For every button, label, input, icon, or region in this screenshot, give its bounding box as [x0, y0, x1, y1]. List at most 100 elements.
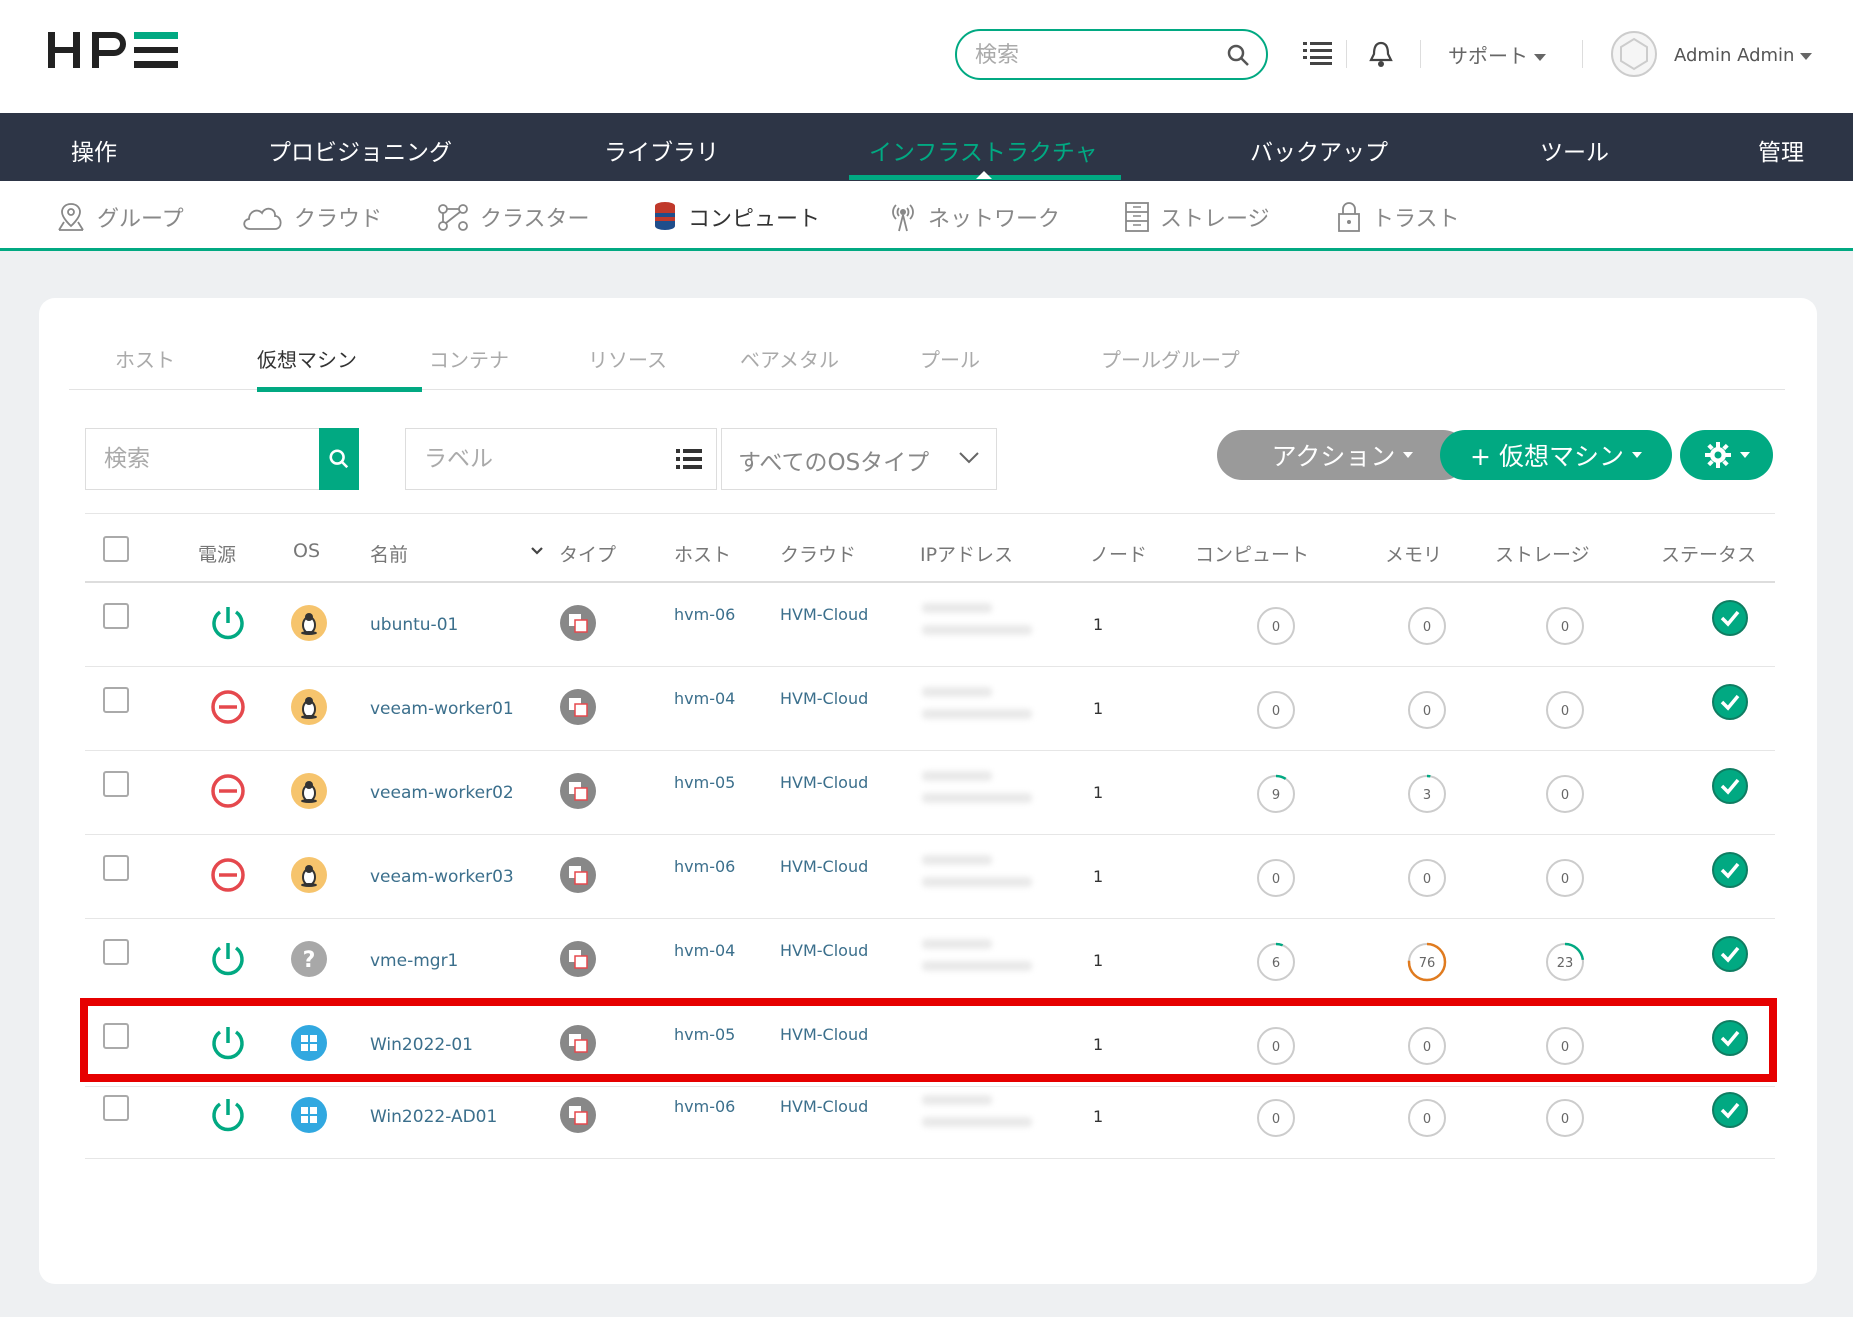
column-header-status[interactable]: ステータス — [1661, 540, 1756, 567]
status-ok-icon — [1711, 599, 1749, 641]
sort-chevron-icon[interactable] — [530, 546, 544, 556]
actions-button[interactable]: アクション — [1217, 430, 1468, 480]
column-header-name[interactable]: 名前 — [370, 540, 408, 567]
vm-name-link[interactable]: Win2022-AD01 — [370, 1107, 497, 1127]
activity-list-icon[interactable] — [1303, 40, 1333, 70]
host-link[interactable]: hvm-05 — [674, 773, 735, 792]
main-nav-backups[interactable]: バックアップ — [1250, 133, 1388, 167]
column-header-compute[interactable]: コンピュート — [1195, 540, 1309, 567]
usage-ring: 0 — [1407, 690, 1447, 730]
main-nav-infrastructure[interactable]: インフラストラクチャ — [869, 133, 1098, 167]
cloud-link[interactable]: HVM-Cloud — [780, 857, 868, 876]
add-vm-button[interactable]: + 仮想マシン — [1440, 430, 1672, 480]
sub-nav-groups[interactable]: グループ — [55, 201, 184, 233]
avatar[interactable] — [1611, 31, 1657, 77]
row-checkbox[interactable] — [103, 771, 129, 797]
host-link[interactable]: hvm-06 — [674, 605, 735, 624]
sub-nav-compute[interactable]: コンピュート — [652, 201, 820, 233]
global-search[interactable] — [955, 29, 1268, 80]
power-off-icon[interactable] — [208, 771, 248, 815]
power-on-icon[interactable] — [208, 603, 248, 647]
cloud-link[interactable]: HVM-Cloud — [780, 605, 868, 624]
column-header-cloud[interactable]: クラウド — [780, 540, 856, 567]
sub-nav-network[interactable]: ネットワーク — [888, 201, 1060, 233]
sub-nav-clouds[interactable]: クラウド — [240, 201, 382, 233]
tab-pool-groups[interactable]: プールグループ — [1101, 344, 1240, 373]
table-row[interactable]: veeam-worker03 hvm-06 HVM-Cloud 1 0 0 0 — [85, 835, 1775, 919]
tab-virtual-machines[interactable]: 仮想マシン — [257, 344, 357, 373]
list-icon[interactable] — [676, 448, 702, 474]
table-row[interactable]: veeam-worker01 hvm-04 HVM-Cloud 1 0 0 0 — [85, 667, 1775, 751]
column-header-node[interactable]: ノード — [1090, 540, 1147, 567]
power-off-icon[interactable] — [208, 687, 248, 731]
tab-containers[interactable]: コンテナ — [429, 344, 509, 373]
column-header-memory[interactable]: メモリ — [1385, 540, 1442, 567]
cloud-link[interactable]: HVM-Cloud — [780, 773, 868, 792]
column-header-os[interactable]: OS — [293, 540, 320, 562]
row-checkbox[interactable] — [103, 939, 129, 965]
os-type-select[interactable]: すべてのOSタイプ — [721, 428, 997, 490]
user-menu[interactable]: Admin Admin — [1674, 45, 1813, 66]
main-nav-operations[interactable]: 操作 — [71, 133, 117, 167]
table-row[interactable]: Win2022-AD01 hvm-06 HVM-Cloud 1 0 0 0 — [85, 1075, 1775, 1159]
row-checkbox[interactable] — [103, 1095, 129, 1121]
global-search-input[interactable] — [975, 39, 1215, 71]
column-header-type[interactable]: タイプ — [559, 540, 616, 567]
vm-name-link[interactable]: ubuntu-01 — [370, 615, 458, 635]
tab-bare-metal[interactable]: ベアメタル — [740, 344, 839, 373]
vm-name-link[interactable]: veeam-worker01 — [370, 699, 514, 719]
vm-name-link[interactable]: veeam-worker03 — [370, 867, 514, 887]
host-link[interactable]: hvm-04 — [674, 941, 735, 960]
column-header-host[interactable]: ホスト — [674, 540, 731, 567]
tab-pools[interactable]: プール — [920, 344, 980, 373]
sub-nav-clusters[interactable]: クラスター — [436, 201, 590, 233]
select-all-checkbox[interactable] — [103, 536, 129, 562]
sub-nav-storage[interactable]: ストレージ — [1124, 201, 1270, 233]
vm-name-link[interactable]: vme-mgr1 — [370, 951, 458, 971]
cloud-link[interactable]: HVM-Cloud — [780, 941, 868, 960]
usage-ring: 0 — [1545, 606, 1585, 646]
hpe-logo[interactable] — [48, 30, 188, 72]
cloud-link[interactable]: HVM-Cloud — [780, 689, 868, 708]
row-checkbox[interactable] — [103, 855, 129, 881]
usage-ring: 0 — [1407, 606, 1447, 646]
vm-search — [85, 428, 359, 490]
storage-usage: 0 — [1544, 773, 1586, 819]
tab-resources[interactable]: リソース — [588, 344, 667, 373]
cloud-link[interactable]: HVM-Cloud — [780, 1097, 868, 1116]
support-menu[interactable]: サポート — [1448, 40, 1546, 69]
vm-search-button[interactable] — [319, 428, 359, 490]
search-icon[interactable] — [1226, 43, 1250, 71]
main-nav-administration[interactable]: 管理 — [1758, 133, 1804, 167]
tab-hosts[interactable]: ホスト — [115, 344, 175, 373]
main-nav-tools[interactable]: ツール — [1540, 133, 1609, 167]
main-nav-library[interactable]: ライブラリ — [604, 133, 719, 167]
main-nav-provisioning[interactable]: プロビジョニング — [268, 133, 452, 167]
usage-value: 0 — [1561, 704, 1569, 719]
vm-name-link[interactable]: veeam-worker02 — [370, 783, 514, 803]
power-off-icon[interactable] — [208, 855, 248, 899]
table-row[interactable]: ubuntu-01 hvm-06 HVM-Cloud 1 0 0 0 — [85, 583, 1775, 667]
host-link[interactable]: hvm-06 — [674, 1097, 735, 1116]
label-filter — [405, 428, 717, 490]
bell-icon[interactable] — [1368, 40, 1394, 72]
row-checkbox[interactable] — [103, 603, 129, 629]
label-filter-input[interactable] — [424, 443, 664, 475]
row-checkbox[interactable] — [103, 687, 129, 713]
compute-usage: 0 — [1255, 857, 1297, 903]
sub-nav-trust[interactable]: トラスト — [1336, 201, 1460, 233]
column-header-power[interactable]: 電源 — [198, 540, 236, 567]
host-link[interactable]: hvm-04 — [674, 689, 735, 708]
usage-value: 0 — [1423, 1112, 1431, 1127]
power-on-icon[interactable] — [208, 939, 248, 983]
power-on-icon[interactable] — [208, 1095, 248, 1139]
table-row[interactable]: ? vme-mgr1 hvm-04 HVM-Cloud 1 6 76 23 — [85, 919, 1775, 1003]
chevron-down-icon — [1403, 452, 1414, 458]
vm-type-icon — [559, 940, 597, 982]
column-header-storage[interactable]: ストレージ — [1495, 540, 1590, 567]
column-header-ip[interactable]: IPアドレス — [920, 540, 1013, 567]
table-row[interactable]: veeam-worker02 hvm-05 HVM-Cloud 1 9 3 0 — [85, 751, 1775, 835]
settings-button[interactable] — [1680, 430, 1773, 480]
host-link[interactable]: hvm-06 — [674, 857, 735, 876]
vm-search-input[interactable] — [104, 443, 324, 475]
